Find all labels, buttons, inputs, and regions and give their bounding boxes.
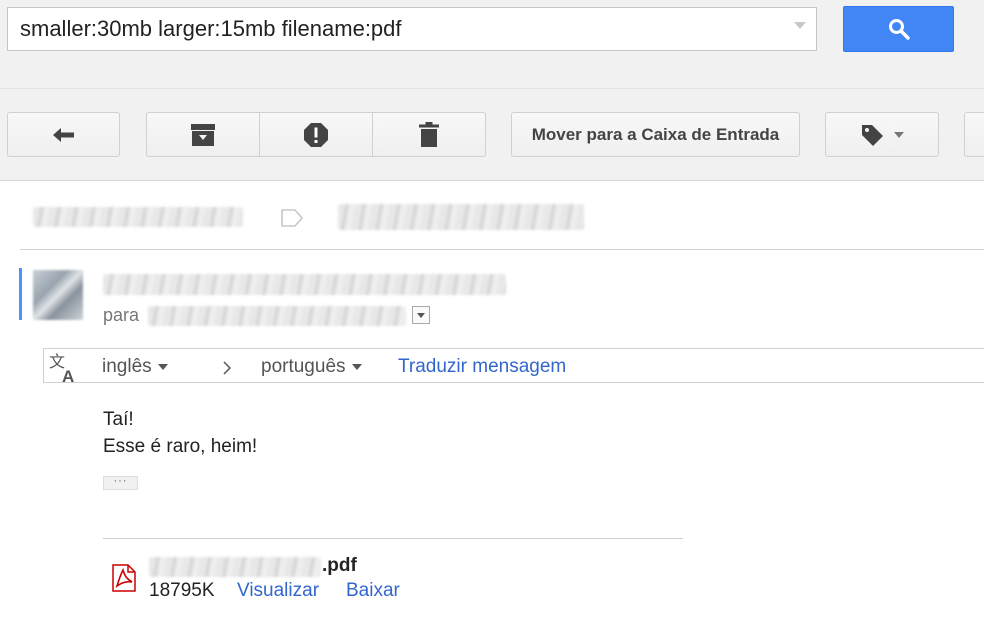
divider <box>20 249 984 250</box>
chevron-down-icon <box>157 363 168 370</box>
search-icon <box>888 19 910 40</box>
move-to-inbox-button[interactable]: Mover para a Caixa de Entrada <box>511 112 800 157</box>
chevron-down-icon <box>351 363 362 370</box>
reply-arrow-icon <box>52 127 74 142</box>
search-button[interactable] <box>843 6 954 52</box>
selected-message-indicator <box>19 268 22 320</box>
trash-icon <box>419 121 439 147</box>
message-body-line: Esse é raro, heim! <box>103 436 258 457</box>
show-details-button[interactable] <box>412 306 430 324</box>
to-label: para <box>103 305 140 325</box>
message-body-line: Taí! <box>103 409 134 430</box>
view-attachment-link[interactable]: Visualizar <box>237 580 319 602</box>
attachment-size: 18795K <box>149 580 215 601</box>
pdf-file-icon <box>112 564 136 592</box>
label-tag-icon <box>862 124 883 146</box>
chevron-down-icon <box>894 131 904 138</box>
svg-text:A: A <box>62 367 74 384</box>
back-button[interactable] <box>7 112 120 157</box>
attachment-name-redacted <box>149 557 321 577</box>
sender-redacted <box>103 274 506 295</box>
target-language-select[interactable]: português <box>261 356 362 378</box>
show-trimmed-content-button[interactable]: ··· <box>103 476 138 490</box>
more-button[interactable] <box>964 112 984 157</box>
message-toolbar: Mover para a Caixa de Entrada <box>0 88 984 181</box>
move-to-inbox-label: Mover para a Caixa de Entrada <box>531 124 780 144</box>
search-area <box>0 0 984 88</box>
importance-marker-icon[interactable] <box>281 209 303 227</box>
delete-button[interactable] <box>372 112 486 157</box>
subject-redacted <box>33 207 243 227</box>
search-options-dropdown[interactable] <box>794 22 806 29</box>
attachment-extension: .pdf <box>322 555 357 576</box>
report-spam-icon <box>304 122 328 147</box>
download-attachment-link[interactable]: Baixar <box>346 580 400 602</box>
recipient-redacted <box>148 306 406 326</box>
translate-icon: 文 A <box>49 352 74 384</box>
chevron-down-icon <box>417 312 425 318</box>
labels-button[interactable] <box>825 112 939 157</box>
archive-button[interactable] <box>146 112 260 157</box>
attachment-divider <box>103 538 683 539</box>
avatar[interactable] <box>33 270 83 320</box>
source-language-select[interactable]: inglês <box>102 356 168 378</box>
subject-label-redacted <box>338 204 584 230</box>
translate-message-link[interactable]: Traduzir mensagem <box>398 356 566 378</box>
chevron-right-icon <box>223 361 232 375</box>
report-spam-button[interactable] <box>259 112 373 157</box>
archive-icon <box>191 123 215 146</box>
search-input[interactable] <box>7 7 817 51</box>
